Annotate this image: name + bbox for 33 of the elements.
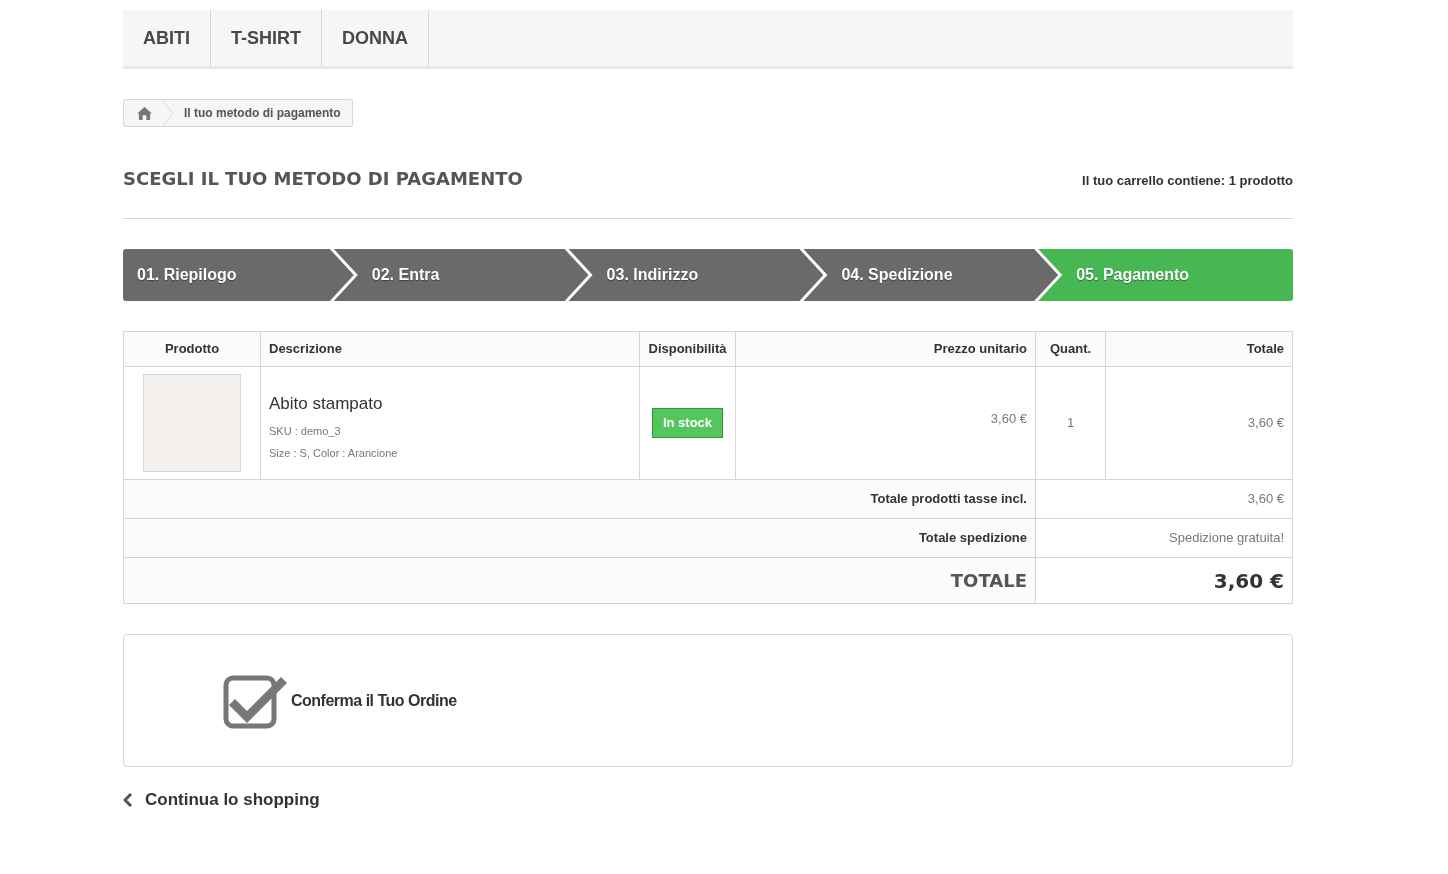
checkout-step[interactable]: 01. Riepilogo — [123, 249, 354, 301]
column-header: Disponibilità — [639, 331, 736, 367]
column-header: Prodotto — [123, 331, 261, 367]
total-value: 3,60 € — [1213, 568, 1284, 593]
total-label: TOTALE — [950, 570, 1027, 591]
stock-label: In stock — [651, 408, 724, 438]
column-header: Quant. — [1035, 331, 1106, 367]
total-label: Totale prodotti tasse incl. — [870, 491, 1027, 507]
menu-item[interactable]: ABITI — [123, 10, 211, 66]
menu-item[interactable]: T-SHIRT — [211, 10, 322, 66]
column-header: Totale — [1105, 331, 1293, 367]
payment-option[interactable]: Conferma il Tuo Ordine — [123, 634, 1293, 767]
column-header: Prezzo unitario — [735, 331, 1036, 367]
product-sku: SKU : demo_3 — [269, 423, 342, 439]
checkout-step[interactable]: 04. Spedizione — [803, 249, 1059, 301]
checkout-step[interactable]: 02. Entra — [333, 249, 589, 301]
product-attributes: Size : S, Color : Arancione — [269, 446, 399, 461]
total-value: 3,60 € — [1247, 491, 1284, 507]
chevron-left-icon — [123, 792, 133, 807]
total-value: Spedizione gratuita! — [1169, 530, 1284, 546]
product-name[interactable]: Abito stampato — [269, 391, 631, 417]
quantity: 1 — [1066, 415, 1075, 431]
unit-price: 3,60 € — [990, 411, 1027, 426]
column-header: Descrizione — [260, 331, 640, 367]
line-total: 3,60 € — [1247, 415, 1284, 431]
continue-shopping-link[interactable]: Continua lo shopping — [123, 787, 320, 813]
home-icon[interactable] — [137, 106, 152, 120]
menu-item[interactable]: DONNA — [322, 10, 429, 66]
cart-summary: Il tuo carrello contiene: 1 prodotto — [1082, 172, 1293, 190]
page-title: SCEGLI IL TUO METODO DI PAGAMENTO — [123, 167, 523, 191]
checkout-step[interactable]: 03. Indirizzo — [568, 249, 824, 301]
total-label: Totale spedizione — [918, 530, 1027, 546]
breadcrumb-current: Il tuo metodo di pagamento — [184, 105, 341, 122]
